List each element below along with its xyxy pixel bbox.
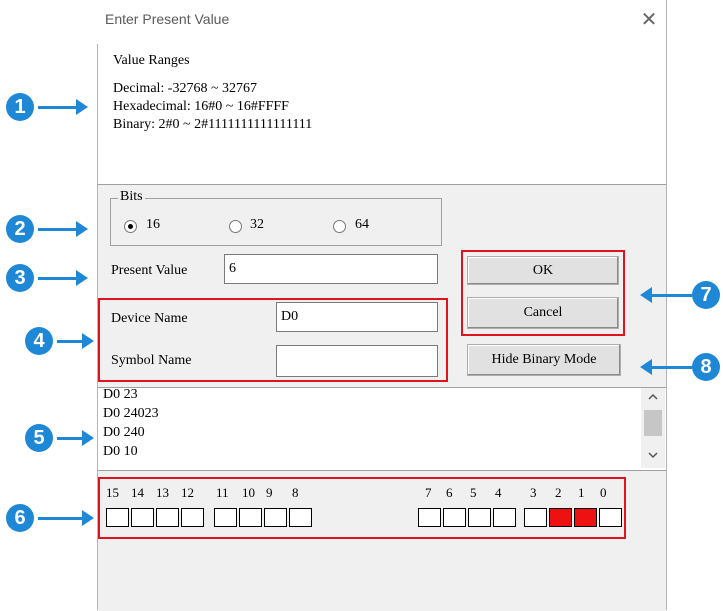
close-icon[interactable]: ✕ <box>638 8 660 30</box>
bit-cell-7[interactable] <box>418 508 441 527</box>
bit-number-0: 0 <box>600 485 607 500</box>
bit-number-13: 13 <box>156 485 169 500</box>
bit-number-8: 8 <box>292 485 299 500</box>
cancel-button[interactable]: Cancel <box>467 297 619 329</box>
present-value-label: Present Value <box>111 263 188 278</box>
list-item[interactable]: D0 10 <box>103 443 138 461</box>
bit-number-4: 4 <box>495 485 502 500</box>
radio-circle-32[interactable] <box>229 220 242 233</box>
radio-label-16[interactable]: 16 <box>146 217 160 233</box>
bit-number-6: 6 <box>446 485 453 500</box>
bit-cell-14[interactable] <box>131 508 154 527</box>
bit-number-14: 14 <box>131 485 144 500</box>
radio-label-32[interactable]: 32 <box>250 217 264 233</box>
bits-label: Bits <box>118 189 145 205</box>
callout-2: 2 <box>6 215 34 243</box>
bit-number-10: 10 <box>242 485 255 500</box>
callout-arrow <box>57 340 83 343</box>
bit-number-7: 7 <box>425 485 432 500</box>
radio-circle-16[interactable] <box>124 220 137 233</box>
bit-cell-11[interactable] <box>214 508 237 527</box>
present-value-input[interactable]: 6 <box>224 254 438 284</box>
callout-1: 1 <box>6 93 34 121</box>
callout-arrow <box>650 366 692 369</box>
bit-number-1: 1 <box>578 485 585 500</box>
callout-5: 5 <box>25 424 53 452</box>
history-listbox[interactable] <box>98 387 666 471</box>
device-name-input[interactable]: D0 <box>276 302 438 332</box>
binary-range: Binary: 2#0 ~ 2#1111111111111111 <box>113 117 313 132</box>
hide-binary-mode-button[interactable]: Hide Binary Mode <box>467 344 621 376</box>
ok-button[interactable]: OK <box>467 256 619 285</box>
chevron-down-icon[interactable] <box>646 448 660 467</box>
radio-16[interactable] <box>124 220 137 233</box>
bit-number-12: 12 <box>181 485 194 500</box>
radio-label-64[interactable]: 64 <box>355 217 369 233</box>
bit-cell-3[interactable] <box>524 508 547 527</box>
bit-cell-10[interactable] <box>239 508 262 527</box>
arrow-right-icon <box>76 221 88 237</box>
callout-4: 4 <box>25 327 53 355</box>
callout-arrow <box>38 517 84 520</box>
callout-6: 6 <box>6 504 34 532</box>
callout-arrow <box>38 228 78 231</box>
list-item[interactable]: D0 24023 <box>103 405 159 423</box>
bit-cell-1[interactable] <box>574 508 597 527</box>
device-name-label: Device Name <box>111 311 188 326</box>
bit-cell-4[interactable] <box>493 508 516 527</box>
bit-cell-0[interactable] <box>599 508 622 527</box>
symbol-name-input[interactable] <box>276 345 438 377</box>
list-item[interactable]: D0 23 <box>103 386 138 404</box>
dialog-title: Enter Present Value <box>105 11 230 27</box>
radio-circle-64[interactable] <box>333 220 346 233</box>
chevron-up-icon[interactable] <box>646 390 660 409</box>
radio-32[interactable] <box>229 220 242 233</box>
radio-selected-dot <box>128 224 133 229</box>
callout-8: 8 <box>692 353 720 381</box>
bit-number-5: 5 <box>470 485 477 500</box>
bit-cell-8[interactable] <box>289 508 312 527</box>
bit-cell-2[interactable] <box>549 508 572 527</box>
bit-cell-12[interactable] <box>181 508 204 527</box>
callout-arrow <box>38 106 78 109</box>
bit-number-3: 3 <box>530 485 537 500</box>
bit-cell-15[interactable] <box>106 508 129 527</box>
callout-arrow <box>57 437 83 440</box>
bit-cell-5[interactable] <box>468 508 491 527</box>
bit-number-11: 11 <box>216 485 229 500</box>
arrow-right-icon <box>76 99 88 115</box>
callout-3: 3 <box>6 264 34 292</box>
bit-cell-13[interactable] <box>156 508 179 527</box>
radio-64[interactable] <box>333 220 346 233</box>
dialog-right-border <box>666 0 667 610</box>
bit-number-9: 9 <box>266 485 273 500</box>
decimal-range: Decimal: -32768 ~ 32767 <box>113 81 258 96</box>
bit-cell-6[interactable] <box>443 508 466 527</box>
callout-7: 7 <box>692 281 720 309</box>
bit-number-2: 2 <box>555 485 562 500</box>
callout-arrow <box>38 277 78 280</box>
arrow-right-icon <box>82 510 94 526</box>
value-ranges-heading: Value Ranges <box>113 53 190 68</box>
scrollbar-thumb[interactable] <box>644 410 662 436</box>
arrow-right-icon <box>76 270 88 286</box>
list-item[interactable]: D0 240 <box>103 424 145 442</box>
bit-cell-9[interactable] <box>264 508 287 527</box>
list-scrollbar[interactable] <box>641 388 665 468</box>
bit-number-15: 15 <box>106 485 119 500</box>
arrow-right-icon <box>82 333 94 349</box>
callout-arrow <box>650 294 692 297</box>
arrow-right-icon <box>82 430 94 446</box>
symbol-name-label: Symbol Name <box>111 353 192 368</box>
hexadecimal-range: Hexadecimal: 16#0 ~ 16#FFFF <box>113 99 289 114</box>
